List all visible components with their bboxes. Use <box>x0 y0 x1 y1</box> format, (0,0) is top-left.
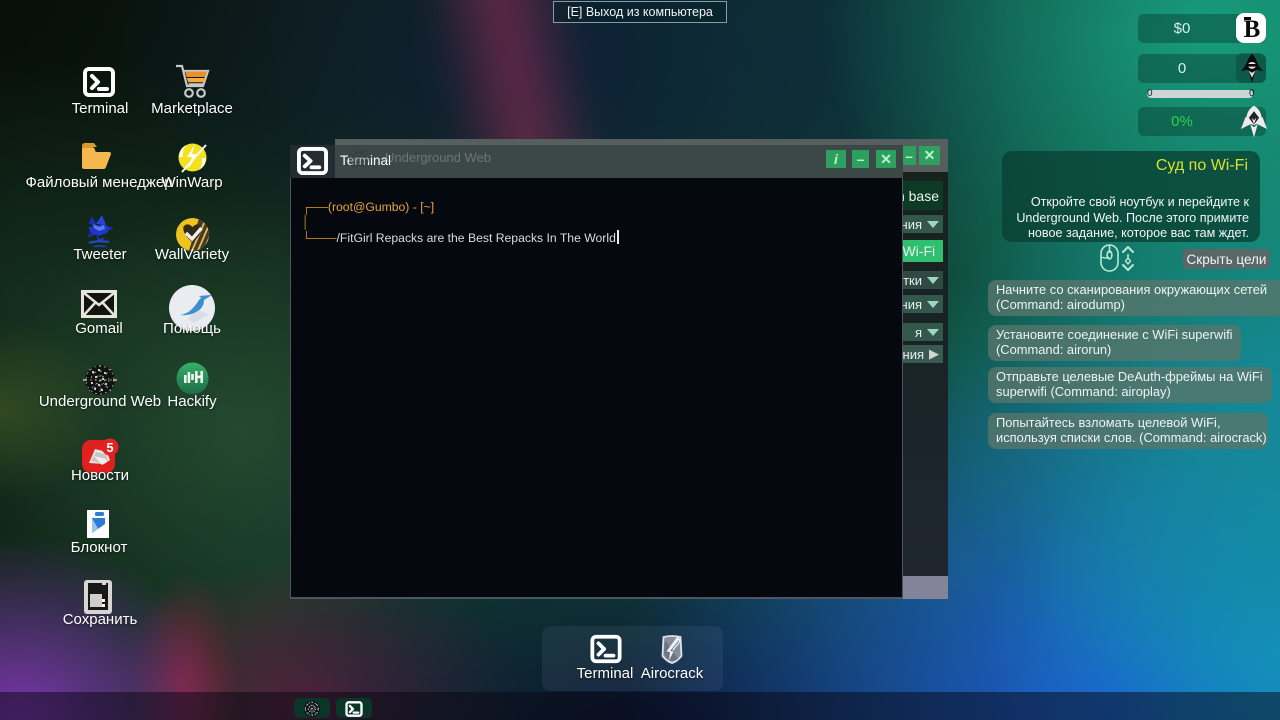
svg-text:B: B <box>1244 16 1261 43</box>
svg-text:5: 5 <box>106 440 113 455</box>
